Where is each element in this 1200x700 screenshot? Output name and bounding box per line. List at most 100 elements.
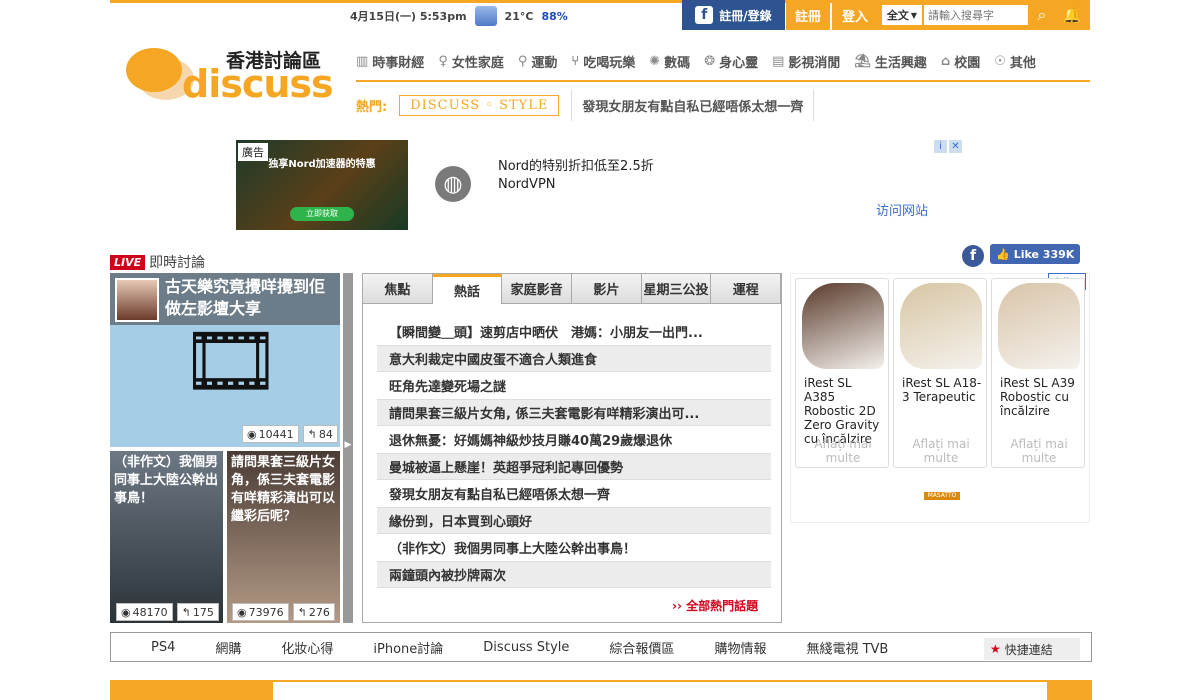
date-weather-bar: 4月15日(一) 5:53pm 21°C 88% bbox=[350, 5, 568, 27]
product-name: iRest SL A39 Robostic cu încălzire bbox=[1000, 376, 1075, 418]
nav-item-8[interactable]: ⌂ 校園 bbox=[941, 48, 980, 74]
quick-links-bar: PS4 網購 化妝心得 iPhone討論 Discuss Style 綜合報價區 購物情報 無… bbox=[110, 632, 1092, 662]
search-icon[interactable]: ⌕ bbox=[1031, 3, 1053, 27]
hot-topics-bar: 熱門: DISCUSS ◦ STYLE 發現女朋友有點自私已經唔係太想一齊 bbox=[356, 89, 815, 121]
list-item[interactable]: 退休無憂：好媽媽神級炒技月賺40萬29歲爆退休 bbox=[377, 426, 771, 453]
quick-link-4[interactable]: Discuss Style bbox=[483, 640, 569, 655]
chevron-down-icon: ▼ bbox=[910, 10, 918, 20]
nav-item-7[interactable]: ⛱ 生活興趣 bbox=[854, 48, 927, 74]
bell-icon[interactable]: 🔔 bbox=[1058, 3, 1086, 27]
ad-product-card[interactable]: iRest SL A39 Robostic cu încălzire Aflați… bbox=[991, 278, 1085, 468]
ad-title[interactable]: Nord的特别折扣低至2.5折 bbox=[498, 155, 654, 174]
list-item[interactable]: 緣份到，日本買到心頭好 bbox=[377, 507, 771, 534]
nav-item-4[interactable]: ✺ 數碼 bbox=[649, 48, 690, 74]
temperature: 21°C bbox=[504, 9, 534, 23]
quick-link-7[interactable]: 無綫電視 TVB bbox=[806, 638, 888, 657]
facebook-login-button[interactable]: f 註冊/登錄 bbox=[682, 0, 785, 30]
masatto-logo[interactable]: MASATTO bbox=[924, 492, 960, 500]
nav-item-label: 數碼 bbox=[664, 55, 691, 71]
tab-5[interactable]: 運程 bbox=[711, 274, 782, 304]
list-item[interactable]: 【瞬間變＿頭】速剪店中晒伏 港媽：小朋友一出門... bbox=[377, 318, 771, 345]
live-badge: LIVE bbox=[110, 254, 146, 270]
utensils-icon: ⑂ bbox=[571, 53, 580, 69]
register-button[interactable]: 註冊 bbox=[786, 0, 830, 30]
facebook-share-icon[interactable]: f bbox=[962, 245, 984, 267]
all-hot-topics-link[interactable]: ›› 全部熱門話題 bbox=[672, 597, 758, 614]
nav-item-5[interactable]: ❂ 身心靈 bbox=[704, 48, 758, 74]
hot-topic-link[interactable]: 發現女朋友有點自私已經唔係太想一齊 bbox=[571, 89, 815, 121]
list-item[interactable]: （非作文）我個男同事上大陸公幹出事鳥！ bbox=[377, 534, 771, 561]
graduation-icon: ⌂ bbox=[940, 53, 951, 69]
tile-b-stats: ◉ 73976 ↰ 276 bbox=[232, 603, 335, 621]
tab-4[interactable]: 星期三公投 bbox=[641, 274, 712, 304]
tab-2[interactable]: 家庭影音 bbox=[502, 274, 573, 304]
views-value: 73976 bbox=[248, 605, 284, 619]
quick-link-5[interactable]: 綜合報價區 bbox=[609, 638, 674, 657]
list-item[interactable]: 意大利裁定中國皮蛋不適合人類進食 bbox=[377, 345, 771, 372]
tile-a-title[interactable]: （非作文）我個男同事上大陸公幹出事鳥！ bbox=[114, 454, 222, 508]
replies-value: 276 bbox=[308, 605, 330, 619]
search-scope-select[interactable]: 全文 ▼ bbox=[882, 5, 922, 25]
lamp-icon: ⛱ bbox=[854, 53, 871, 69]
list-item[interactable]: 發現女朋友有點自私已經唔係太想一齊 bbox=[377, 480, 771, 507]
nav-item-2[interactable]: ⚲ 運動 bbox=[518, 48, 558, 74]
product-name: iRest SL A18-3 Terapeutic bbox=[902, 376, 982, 404]
facebook-like-button[interactable]: 👍 Like 339K bbox=[990, 244, 1081, 264]
ad-visit-link[interactable]: 访问网站 bbox=[876, 200, 928, 219]
login-button[interactable]: 登入 bbox=[832, 0, 878, 30]
replies-value: 175 bbox=[192, 605, 214, 619]
tile-a-stats: ◉ 48170 ↰ 175 bbox=[116, 603, 219, 621]
tab-0[interactable]: 焦點 bbox=[363, 274, 433, 304]
tab-1[interactable]: 熱話 bbox=[432, 274, 503, 304]
tile-b-title[interactable]: 請問果套三級片女角，係三夫套電影有咩精彩演出可以繼彩后呢？ bbox=[231, 454, 339, 526]
close-icon[interactable]: ✕ bbox=[949, 140, 962, 153]
quick-link-1[interactable]: 網購 bbox=[215, 638, 241, 657]
nav-item-0[interactable]: ▥ 時事財經 bbox=[356, 48, 424, 74]
quick-link-3[interactable]: iPhone討論 bbox=[373, 638, 443, 657]
live-title: 即時討論 bbox=[149, 255, 206, 271]
live-discussion-header: LIVE 即時討論 bbox=[110, 253, 205, 271]
replies-count: ↰ 175 bbox=[176, 603, 219, 621]
list-item[interactable]: 旺角先達變死場之謎 bbox=[377, 372, 771, 399]
list-item[interactable]: 請問果套三級片女角, 係三夫套電影有咩精彩演出可... bbox=[377, 399, 771, 426]
nav-item-6[interactable]: ▤ 影視消閒 bbox=[772, 48, 840, 74]
search-input[interactable] bbox=[924, 5, 1028, 25]
chevron-right-icon[interactable]: ▶ bbox=[343, 440, 353, 454]
ad-product-card[interactable]: iRest SL A18-3 Terapeutic Aflați mai mult… bbox=[893, 278, 987, 468]
thumbs-up-icon: 👍 bbox=[996, 247, 1010, 261]
nav-item-label: 生活興趣 bbox=[874, 55, 927, 71]
quick-link-0[interactable]: PS4 bbox=[151, 640, 175, 655]
nav-item-9[interactable]: ☉ 其他 bbox=[994, 48, 1036, 74]
product-cta[interactable]: Aflați mai multe bbox=[898, 437, 984, 465]
views-count: ◉ 73976 bbox=[232, 603, 289, 621]
ad-product-card[interactable]: iRest SL A385 Robostic 2D Zero Gravity c… bbox=[795, 278, 889, 468]
date-time: 4月15日(一) 5:53pm bbox=[350, 10, 467, 23]
facebook-icon: f bbox=[695, 6, 714, 24]
product-cta[interactable]: Aflați mai multe bbox=[800, 437, 886, 465]
tab-3[interactable]: 影片 bbox=[572, 274, 642, 304]
nav-item-label: 女性家庭 bbox=[451, 55, 504, 71]
topic-tabs: 焦點 熱話 家庭影音 影片 星期三公投 運程 bbox=[363, 274, 782, 304]
ad-controls: i ✕ bbox=[934, 140, 964, 154]
fb-like-label: Like 339K bbox=[1013, 247, 1075, 261]
antenna-icon: ☉ bbox=[994, 53, 1006, 69]
ad-image-button[interactable]: 立即获取 bbox=[290, 207, 354, 221]
nav-item-3[interactable]: ⑂ 吃喝玩樂 bbox=[571, 48, 635, 74]
nav-item-1[interactable]: ♀ 女性家庭 bbox=[438, 48, 504, 74]
views-count: ◉ 48170 bbox=[116, 603, 173, 621]
site-logo[interactable]: 香港討論區 discuss bbox=[126, 44, 336, 106]
replies-value: 84 bbox=[318, 427, 333, 441]
nav-item-label: 吃喝玩樂 bbox=[583, 55, 636, 71]
product-cta[interactable]: Aflați mai multe bbox=[996, 437, 1082, 465]
list-item[interactable]: 兩鐘頭內被抄牌兩次 bbox=[377, 561, 771, 588]
hot-topic-list: 【瞬間變＿頭】速剪店中晒伏 港媽：小朋友一出門... 意大利裁定中國皮蛋不適合人類… bbox=[377, 318, 771, 588]
globe-icon: ◍ bbox=[435, 166, 471, 202]
quick-link-button[interactable]: ★ 快捷連結 bbox=[984, 638, 1080, 660]
discuss-style-link[interactable]: DISCUSS ◦ STYLE bbox=[399, 94, 560, 116]
list-item[interactable]: 曼城被逼上懸崖！英超爭冠利記專回優勢 bbox=[377, 453, 771, 480]
chip-icon: ✺ bbox=[649, 53, 661, 69]
ad-info-icon[interactable]: i bbox=[934, 140, 947, 153]
quick-link-2[interactable]: 化妝心得 bbox=[281, 638, 333, 657]
quick-link-6[interactable]: 購物情報 bbox=[714, 638, 766, 657]
massage-chair-image bbox=[900, 283, 982, 369]
